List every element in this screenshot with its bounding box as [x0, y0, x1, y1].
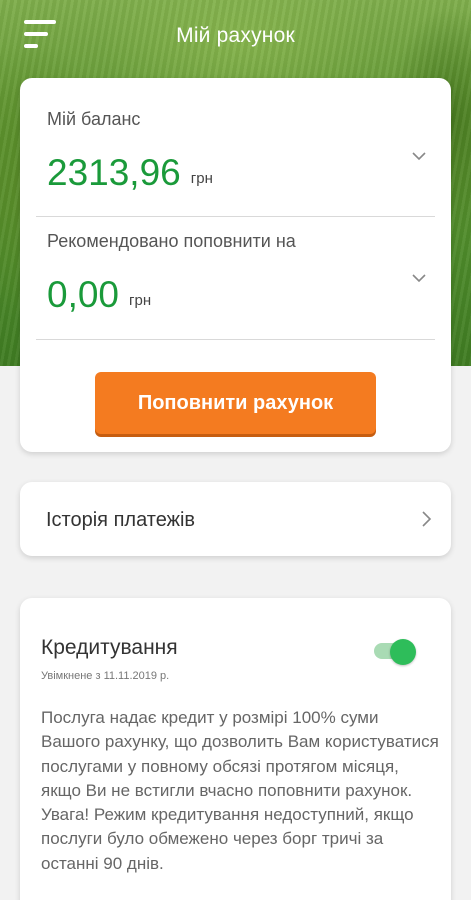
top-bar: Мій рахунок [0, 0, 471, 78]
recommended-label: Рекомендовано поповнити на [47, 231, 296, 251]
divider [36, 339, 435, 340]
balance-card: Мій баланс 2313,96 грн Рекомендовано попо… [20, 78, 451, 452]
credit-toggle[interactable] [374, 639, 416, 665]
topup-button[interactable]: Поповнити рахунок [95, 372, 376, 434]
credit-title: Кредитування [41, 636, 178, 659]
credit-description: Послуга надає кредит у розмірі 100% суми… [41, 708, 439, 873]
chevron-down-icon[interactable] [411, 270, 427, 286]
recommended-value: 0,00 [47, 274, 120, 315]
payment-history-item[interactable]: Історія платежів [20, 482, 451, 556]
recommended-currency: грн [129, 292, 152, 309]
balance-value: 2313,96 [47, 152, 181, 193]
balance-amount: 2313,96 грн [47, 152, 213, 194]
toggle-knob [390, 639, 416, 665]
payment-history-label: Історія платежів [46, 509, 196, 531]
credit-status: Увімкнене з 11.11.2019 р. [41, 670, 170, 682]
balance-currency: грн [190, 170, 213, 187]
page-title: Мій рахунок [176, 24, 295, 47]
credit-card: Кредитування Увімкнене з 11.11.2019 р. П… [20, 598, 451, 900]
chevron-right-icon [422, 511, 432, 527]
balance-label: Мій баланс [47, 109, 141, 129]
recommended-amount: 0,00 грн [47, 274, 151, 316]
divider [36, 216, 435, 217]
chevron-down-icon[interactable] [411, 148, 427, 164]
